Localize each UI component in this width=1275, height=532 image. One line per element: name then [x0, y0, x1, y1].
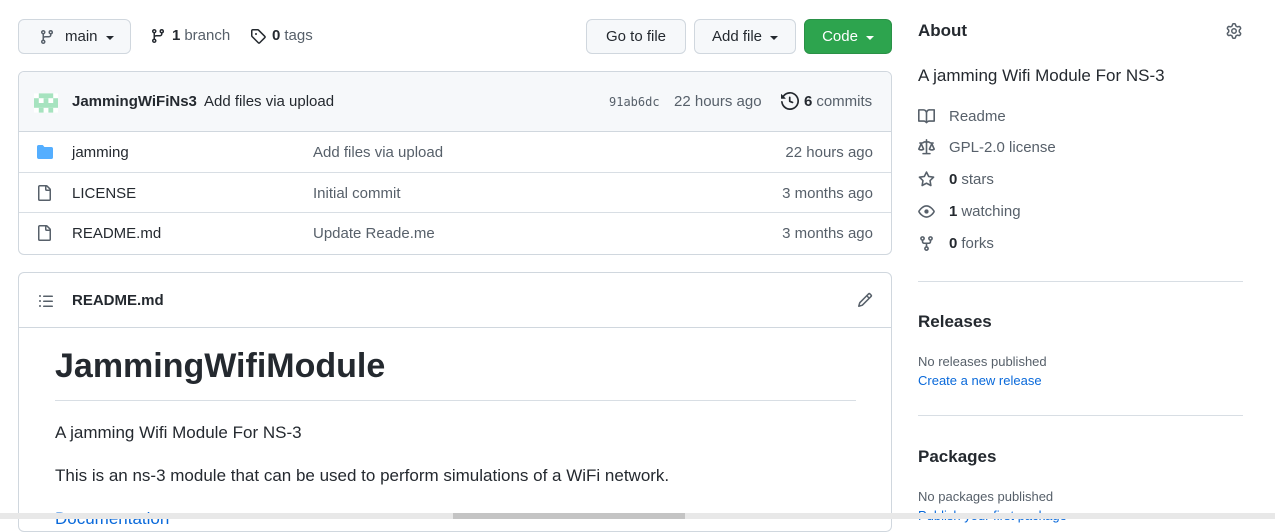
commit-count-label: commits — [816, 92, 873, 110]
commit-count: 6 — [804, 92, 813, 110]
tags-link[interactable]: 0 tags — [250, 27, 313, 44]
latest-commit-row: JammingWiFiNs3 Add files via upload 91ab… — [19, 72, 891, 132]
branch-select-button[interactable]: main — [18, 19, 131, 54]
file-commit-message-link[interactable]: Initial commit — [313, 185, 401, 202]
file-commit-message-link[interactable]: Update Reade.me — [313, 225, 435, 242]
commit-hash-link[interactable]: 91ab6dc — [609, 95, 660, 109]
file-name-link[interactable]: README.md — [72, 225, 161, 242]
law-icon — [918, 139, 949, 156]
stars-count: 0 — [949, 171, 958, 188]
add-file-button[interactable]: Add file — [694, 19, 796, 54]
readme-filename-link[interactable]: README.md — [72, 292, 164, 309]
file-name-link[interactable]: jamming — [72, 144, 129, 161]
readme-paragraph: A jamming Wifi Module For NS-3 — [55, 423, 302, 442]
forks-count: 0 — [949, 235, 958, 252]
file-commit-message-link[interactable]: Add files via upload — [313, 144, 443, 161]
chevron-down-icon — [105, 35, 114, 40]
commit-author-link[interactable]: JammingWiFiNs3 — [72, 93, 197, 110]
create-release-link[interactable]: Create a new release — [918, 373, 1042, 388]
branch-count: 1 — [172, 27, 181, 44]
forks-label: forks — [961, 235, 994, 252]
releases-heading[interactable]: Releases — [918, 312, 992, 332]
file-icon — [36, 225, 52, 241]
license-label: GPL-2.0 license — [949, 139, 1056, 156]
watchers-link[interactable]: 1 watching — [918, 203, 1021, 220]
git-branch-icon — [39, 29, 55, 45]
file-list-box: JammingWiFiNs3 Add files via upload 91ab… — [18, 71, 892, 255]
readme-paragraph: This is an ns-3 module that can be used … — [55, 466, 670, 485]
add-file-label: Add file — [711, 28, 763, 45]
branch-label: branch — [184, 27, 231, 44]
tag-icon — [250, 28, 266, 44]
file-time: 22 hours ago — [785, 144, 873, 161]
code-button[interactable]: Code — [804, 19, 892, 54]
file-row: jamming Add files via upload 22 hours ag… — [19, 132, 891, 173]
chevron-down-icon — [865, 35, 874, 40]
sidebar-divider — [918, 415, 1243, 416]
code-label: Code — [822, 28, 858, 45]
file-time: 3 months ago — [782, 225, 873, 242]
go-to-file-button[interactable]: Go to file — [586, 19, 686, 54]
branches-link[interactable]: 1 branch — [150, 27, 230, 44]
stars-label: stars — [961, 171, 994, 188]
about-description: A jamming Wifi Module For NS-3 — [918, 66, 1165, 85]
file-name-link[interactable]: LICENSE — [72, 185, 136, 202]
book-icon — [918, 108, 949, 125]
avatar[interactable] — [34, 93, 58, 113]
readme-link[interactable]: Readme — [918, 108, 1006, 125]
packages-empty-text: No packages published — [918, 489, 1054, 504]
readme-documentation-link[interactable]: Documentation — [55, 509, 169, 529]
sidebar-divider — [918, 281, 1243, 282]
forks-link[interactable]: 0 forks — [918, 235, 994, 252]
readme-box: README.md JammingWifiModule A jamming Wi… — [18, 272, 892, 532]
releases-empty-text: No releases published — [918, 354, 1047, 369]
readme-label: Readme — [949, 108, 1006, 125]
readme-heading: JammingWifiModule — [55, 347, 856, 401]
file-time: 3 months ago — [782, 184, 873, 202]
branch-name: main — [65, 28, 98, 45]
chevron-down-icon — [770, 35, 779, 40]
file-row: README.md Update Reade.me 3 months ago — [19, 213, 891, 254]
tag-count: 0 — [272, 27, 281, 44]
license-link[interactable]: GPL-2.0 license — [918, 139, 1056, 156]
readme-header: README.md — [19, 273, 891, 328]
list-unordered-icon[interactable] — [38, 293, 54, 309]
commit-time: 22 hours ago — [674, 93, 762, 110]
scrollbar-thumb[interactable] — [453, 513, 685, 519]
packages-heading[interactable]: Packages — [918, 447, 996, 467]
horizontal-scrollbar[interactable] — [0, 513, 1275, 519]
about-heading: About — [918, 21, 968, 40]
history-icon — [781, 92, 799, 110]
git-branch-icon — [150, 28, 166, 44]
eye-icon — [918, 203, 949, 220]
repo-forked-icon — [918, 235, 949, 252]
pencil-icon[interactable] — [857, 292, 873, 308]
tag-label: tags — [284, 27, 313, 44]
star-icon — [918, 171, 949, 188]
stars-link[interactable]: 0 stars — [918, 171, 994, 188]
commits-link[interactable]: 6 commits — [781, 92, 872, 110]
watching-count: 1 — [949, 203, 958, 220]
file-row: LICENSE Initial commit 3 months ago — [19, 173, 891, 213]
folder-icon — [36, 144, 54, 160]
watching-label: watching — [961, 203, 1021, 220]
file-icon — [36, 184, 52, 201]
commit-message-link[interactable]: Add files via upload — [204, 93, 334, 110]
gear-icon[interactable] — [1226, 23, 1242, 39]
